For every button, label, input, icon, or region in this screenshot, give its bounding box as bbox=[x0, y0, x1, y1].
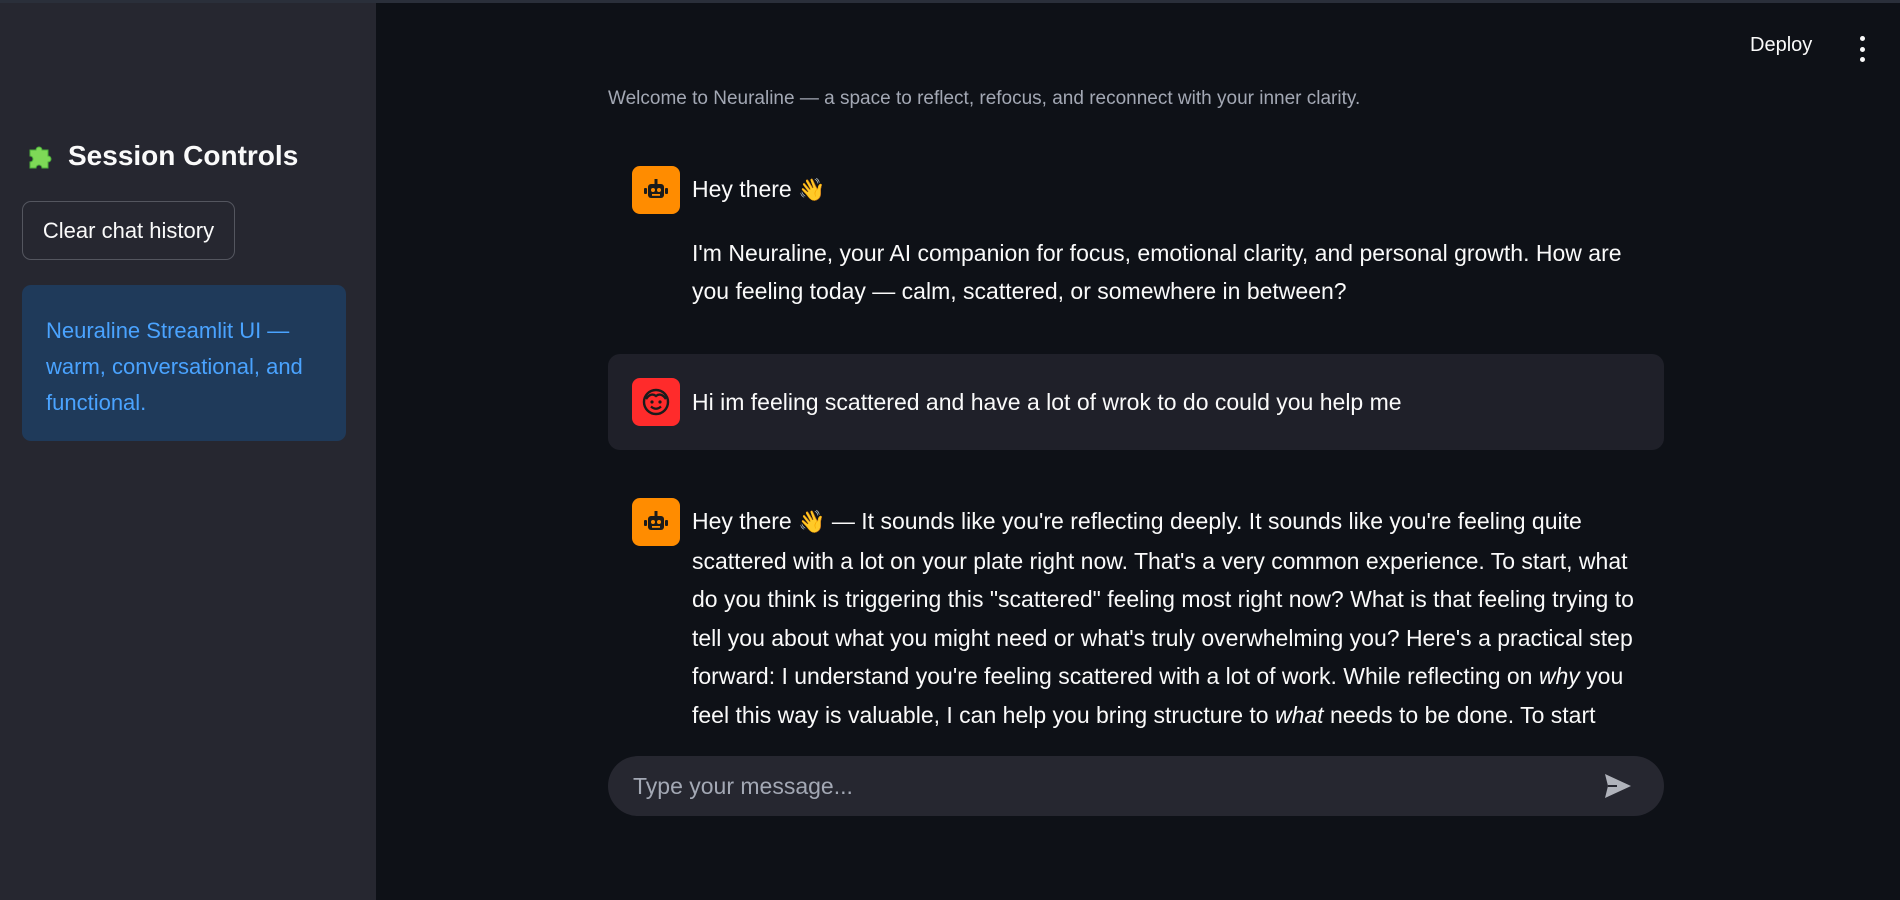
sidebar: Session Controls Clear chat history Neur… bbox=[0, 0, 376, 900]
top-border bbox=[0, 0, 1900, 3]
chat-message-user: Hi im feeling scattered and have a lot o… bbox=[608, 354, 1664, 450]
chat-message-assistant: Hey there 👋 I'm Neuraline, your AI compa… bbox=[608, 160, 1664, 320]
message-content: Hey there 👋 — It sounds like you're refl… bbox=[692, 502, 1636, 730]
page-caption: Welcome to Neuraline — a space to reflec… bbox=[608, 88, 1361, 109]
message-content: Hi im feeling scattered and have a lot o… bbox=[692, 389, 1402, 415]
message-content: Hey there 👋 I'm Neuraline, your AI compa… bbox=[692, 170, 1636, 311]
emphasis-why: why bbox=[1538, 663, 1580, 689]
info-text: Neuraline Streamlit UI — warm, conversat… bbox=[46, 318, 303, 415]
robot-icon bbox=[632, 498, 680, 546]
vertical-dots-icon[interactable] bbox=[1856, 36, 1868, 62]
greeting-text: Hey there bbox=[692, 508, 792, 534]
info-box: Neuraline Streamlit UI — warm, conversat… bbox=[22, 285, 346, 441]
sidebar-title-text: Session Controls bbox=[68, 140, 299, 171]
message-body: I'm Neuraline, your AI companion for foc… bbox=[692, 239, 1622, 305]
deploy-button[interactable]: Deploy bbox=[1750, 34, 1812, 57]
puzzle-icon bbox=[24, 140, 56, 172]
message-body-part1: — It sounds like you're reflecting deepl… bbox=[692, 508, 1634, 689]
sidebar-title: Session Controls bbox=[24, 140, 298, 172]
chat-scroll-area[interactable]: Hey there 👋 — It sounds like you're refl… bbox=[608, 490, 1664, 730]
wave-emoji: 👋 bbox=[798, 177, 826, 202]
wave-emoji: 👋 bbox=[798, 509, 826, 534]
send-icon[interactable] bbox=[1602, 770, 1634, 802]
smiley-face-icon bbox=[632, 378, 680, 426]
robot-icon bbox=[632, 166, 680, 214]
chat-input-bar bbox=[608, 756, 1664, 816]
greeting-text: Hey there bbox=[692, 176, 792, 202]
message-input[interactable] bbox=[608, 771, 1602, 801]
clear-chat-history-button[interactable]: Clear chat history bbox=[22, 201, 235, 260]
emphasis-what: what bbox=[1274, 701, 1324, 728]
